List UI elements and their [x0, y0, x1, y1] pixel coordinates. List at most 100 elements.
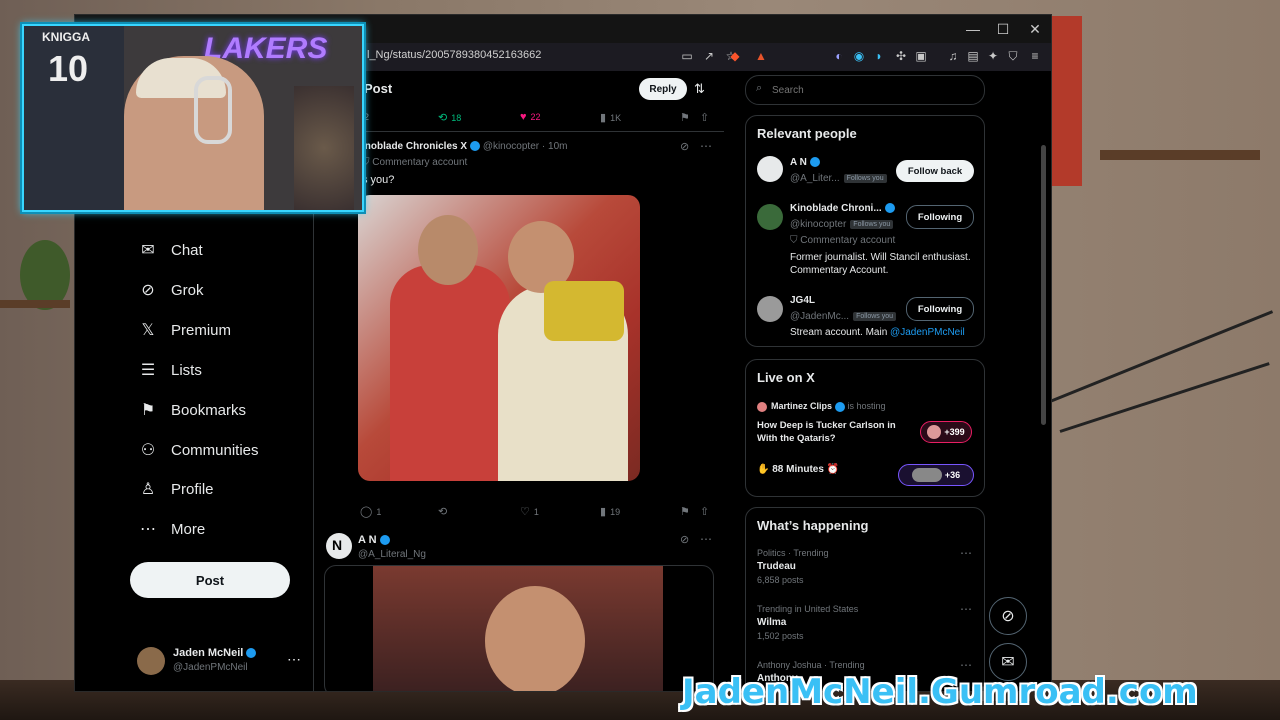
live-row-title[interactable]: ✋ 88 Minutes ⏰: [757, 464, 839, 475]
vpn-icon[interactable]: ⛉: [1005, 48, 1021, 64]
nav-item-premium[interactable]: 𝕏 Premium: [137, 316, 231, 344]
bookmark-icon: ⚑: [140, 402, 156, 419]
person-name[interactable]: Kinoblade Chroni...: [790, 203, 895, 214]
more-options-icon[interactable]: ⋯: [700, 139, 712, 153]
nav-label: Premium: [171, 321, 232, 339]
wallet-icon[interactable]: ▤: [965, 48, 981, 64]
like-count[interactable]: ♥ 22: [520, 111, 541, 123]
views-action[interactable]: ▮ 19: [600, 505, 620, 518]
search-input[interactable]: [770, 80, 974, 100]
reply-author[interactable]: A N: [358, 534, 390, 546]
minimize-icon[interactable]: —: [963, 19, 983, 39]
nav-item-profile[interactable]: ♙ Profile: [137, 475, 214, 503]
search-box[interactable]: ⌕: [745, 75, 985, 105]
nav-label: Bookmarks: [171, 401, 247, 419]
extension-icon[interactable]: ◉: [851, 48, 867, 64]
person-handle-text: @JadenMc...: [790, 311, 850, 322]
share-icon[interactable]: ⇧: [700, 111, 713, 124]
nav-item-grok[interactable]: ⊘ Grok: [137, 276, 203, 304]
trend-context: Politics · Trending: [757, 548, 829, 558]
avatar[interactable]: [757, 156, 783, 182]
avatar[interactable]: [757, 204, 783, 230]
person-handle: @A_Liter... Follows you: [790, 173, 887, 184]
trend-posts: 6,858 posts: [757, 575, 804, 585]
commentary-icon: ⛉: [790, 235, 801, 246]
nav-item-communities[interactable]: ⚇ Communities: [137, 436, 259, 464]
quote-author[interactable]: inoblade Chronicles X @kinocopter · 10m: [362, 141, 567, 152]
live-space-title[interactable]: How Deep is Tucker Carlson in With the Q…: [757, 419, 917, 445]
filter-icon[interactable]: ⇅: [694, 81, 705, 97]
person-name[interactable]: JG4L: [790, 295, 815, 306]
video-figure: [418, 215, 478, 285]
reply-count[interactable]: 2: [364, 112, 369, 122]
music-icon[interactable]: ♫: [945, 48, 961, 64]
live-host-name: Martinez Clips: [771, 401, 833, 411]
follows-you-badge: Follows you: [850, 219, 894, 229]
account-switcher[interactable]: Jaden McNeil @JadenPMcNeil ⋯: [137, 645, 301, 681]
trend-item[interactable]: Politics · Trending Trudeau 6,858 posts: [757, 548, 829, 585]
grok-icon[interactable]: ⊘: [680, 140, 689, 153]
trend-item[interactable]: Trending in United States Wilma 1,502 po…: [757, 604, 858, 641]
menu-icon[interactable]: ≡: [1027, 48, 1043, 64]
nav-item-chat[interactable]: ✉ Chat: [137, 236, 202, 264]
more-options-icon[interactable]: ⋯: [960, 658, 972, 672]
person-name-text: A N: [790, 157, 807, 168]
share-icon[interactable]: ↗: [701, 48, 717, 64]
scrollbar[interactable]: [1041, 145, 1046, 425]
live-host[interactable]: Martinez Clips is hosting: [771, 401, 886, 412]
more-options-icon[interactable]: ⋯: [960, 602, 972, 616]
view-count[interactable]: ▮ 1K: [600, 111, 621, 124]
reply-button[interactable]: Reply: [639, 78, 687, 100]
nav-label: Lists: [171, 361, 202, 379]
webcam-overlay: KNIGGA 10 LAKERS: [22, 24, 364, 212]
trend-posts: 1,502 posts: [757, 631, 804, 641]
avatar[interactable]: [757, 296, 783, 322]
nav-item-bookmarks[interactable]: ⚑ Bookmarks: [137, 396, 246, 424]
bio-mention-link[interactable]: @JadenPMcNeil: [890, 327, 965, 338]
maximize-icon[interactable]: ☐: [993, 19, 1013, 39]
trend-context: Anthony Joshua · Trending: [757, 660, 865, 670]
share-icon[interactable]: ⇧: [700, 505, 713, 518]
leo-icon[interactable]: ✦: [985, 48, 1001, 64]
more-options-icon[interactable]: ⋯: [700, 532, 712, 546]
nav-item-lists[interactable]: ☰ Lists: [137, 356, 202, 384]
person-name[interactable]: A N: [790, 157, 820, 168]
listeners-badge[interactable]: +399: [920, 421, 972, 443]
more-options-icon[interactable]: ⋯: [287, 651, 301, 668]
reply-action[interactable]: ◯ 1: [360, 505, 381, 518]
puzzle-icon[interactable]: ✣: [893, 48, 909, 64]
close-icon[interactable]: ✕: [1025, 19, 1045, 39]
brave-shield-icon[interactable]: ◆: [727, 48, 743, 64]
quote-author-handle: @kinocopter: [482, 141, 540, 152]
nav-label: More: [171, 520, 206, 538]
post-video[interactable]: [358, 195, 640, 481]
grok-fab-icon[interactable]: ⊘: [989, 597, 1027, 635]
person-handle: @kinocopter Follows you: [790, 219, 894, 230]
like-action[interactable]: ♡ 1: [520, 505, 539, 518]
repost-count[interactable]: ⟲ 18: [438, 111, 461, 124]
person-label-text: Commentary account: [800, 235, 896, 246]
relevant-people-card: Relevant people A N @A_Liter... Follows y…: [745, 115, 985, 347]
following-button[interactable]: Following: [906, 205, 974, 229]
follow-back-button[interactable]: Follow back: [896, 160, 974, 182]
more-options-icon[interactable]: ⋯: [960, 546, 972, 560]
reader-icon[interactable]: ▭: [679, 48, 695, 64]
following-button[interactable]: Following: [906, 297, 974, 321]
extension-icon[interactable]: ◐: [831, 48, 847, 64]
listeners-badge[interactable]: +36: [898, 464, 974, 486]
listeners-count: +399: [944, 427, 965, 437]
rewards-icon[interactable]: ▲: [753, 48, 769, 64]
post-button[interactable]: Post: [130, 562, 290, 598]
grok-icon[interactable]: ⊘: [680, 533, 689, 546]
url-text[interactable]: l_Ng/status/2005789380452163662: [367, 49, 541, 61]
tree: [294, 86, 354, 210]
reply-count-text: 2: [364, 112, 370, 122]
nav-item-more[interactable]: ⋯ More: [137, 515, 205, 543]
reply-video[interactable]: [324, 565, 714, 691]
bookmark-icon[interactable]: ⚑: [680, 111, 694, 124]
repost-action[interactable]: ⟲: [438, 505, 451, 518]
sidebar-toggle-icon[interactable]: ▣: [913, 48, 929, 64]
bookmark-icon[interactable]: ⚑: [680, 505, 694, 518]
audio-icon[interactable]: ◗: [871, 48, 887, 64]
views-icon: ▮: [600, 506, 607, 518]
